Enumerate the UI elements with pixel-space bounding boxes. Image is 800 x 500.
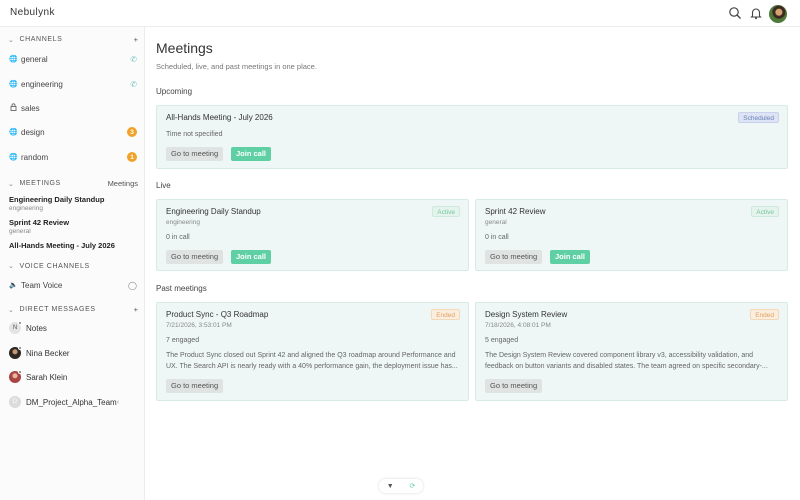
- lock-icon: [9, 103, 18, 113]
- filter-icon[interactable]: ▼: [387, 483, 394, 490]
- voice-channels-header[interactable]: ⌄ VOICE CHANNELS: [8, 262, 138, 271]
- go-to-meeting-button[interactable]: Go to meeting: [166, 379, 224, 393]
- sidebar-item-team-voice[interactable]: 🔈 Team Voice ◯: [9, 277, 137, 293]
- speaker-icon: 🔈: [9, 282, 18, 289]
- sidebar-item-design[interactable]: 🌐 design 3: [9, 124, 137, 140]
- join-call-button[interactable]: Join call: [550, 250, 591, 264]
- dm-item-notes[interactable]: N Notes: [9, 320, 137, 336]
- meeting-card: Product Sync - Q3 Roadmap 7/21/2026, 3:5…: [156, 302, 469, 401]
- go-to-meeting-button[interactable]: Go to meeting: [166, 250, 224, 264]
- globe-icon: 🌐: [9, 154, 18, 161]
- sidebar-meeting-item[interactable]: All-Hands Meeting - July 2026: [9, 241, 137, 250]
- status-badge: Active: [432, 206, 460, 217]
- sidebar-item-random[interactable]: 🌐 random 1: [9, 149, 137, 165]
- chevron-down-icon: ⌄: [8, 36, 15, 44]
- chat-bubble-icon[interactable]: ◯: [128, 281, 137, 290]
- live-heading: Live: [156, 181, 171, 190]
- user-avatar[interactable]: [769, 5, 787, 23]
- meeting-card: All-Hands Meeting - July 2026 Time not s…: [156, 105, 788, 169]
- globe-icon: 🌐: [9, 56, 18, 63]
- add-dm-button[interactable]: +: [134, 305, 138, 314]
- go-to-meeting-button[interactable]: Go to meeting: [485, 379, 543, 393]
- join-call-button[interactable]: Join call: [231, 250, 272, 264]
- globe-icon: 🌐: [9, 129, 18, 136]
- sidebar-meeting-item[interactable]: Sprint 42 Review general: [9, 218, 137, 235]
- bell-icon[interactable]: [749, 6, 763, 20]
- avatar: [9, 346, 22, 359]
- meeting-card: Sprint 42 Review general 0 in call Activ…: [475, 199, 788, 271]
- unread-badge: 3: [127, 127, 137, 137]
- status-badge: Active: [751, 206, 779, 217]
- join-call-button[interactable]: Join call: [231, 147, 272, 161]
- sidebar-meeting-item[interactable]: Engineering Daily Standup engineering: [9, 195, 137, 212]
- page-subtitle: Scheduled, live, and past meetings in on…: [156, 62, 317, 71]
- status-badge: Scheduled: [738, 112, 779, 123]
- meetings-header[interactable]: ⌄ MEETINGS Meetings: [8, 179, 138, 188]
- app-title: Nebulynk: [10, 7, 55, 18]
- avatar: N: [9, 321, 22, 334]
- meeting-card: Engineering Daily Standup engineering 0 …: [156, 199, 469, 271]
- meeting-card: Design System Review 7/18/2026, 4:08:01 …: [475, 302, 788, 401]
- page-title: Meetings: [156, 40, 213, 56]
- channels-header[interactable]: ⌄ CHANNELS +: [8, 35, 138, 44]
- sync-icon[interactable]: ⟳: [409, 482, 415, 490]
- sidebar-item-engineering[interactable]: 🌐 engineering ✆: [9, 76, 137, 92]
- sidebar: ⌄ CHANNELS + 🌐 general ✆ 🌐 engineering ✆…: [0, 27, 145, 500]
- dm-item-sarah-klein[interactable]: Sarah Klein: [9, 369, 137, 385]
- avatar: [9, 370, 22, 383]
- top-bar: Nebulynk: [0, 0, 800, 27]
- dm-item-project-alpha[interactable]: D DM_Project_Alpha_Team ‹: [9, 394, 137, 410]
- avatar: D: [9, 396, 21, 408]
- search-icon[interactable]: [728, 6, 742, 20]
- status-badge: Ended: [750, 309, 779, 320]
- direct-messages-header[interactable]: ⌄ DIRECT MESSAGES +: [8, 305, 138, 314]
- floating-toolbar: ▼ ⟳: [379, 479, 423, 493]
- add-channel-button[interactable]: +: [134, 35, 138, 44]
- chevron-down-icon: ⌄: [8, 180, 15, 188]
- chevron-left-icon[interactable]: ‹: [117, 399, 119, 406]
- sidebar-item-general[interactable]: 🌐 general ✆: [9, 51, 137, 67]
- chevron-down-icon: ⌄: [8, 263, 15, 270]
- phone-icon[interactable]: ✆: [130, 55, 137, 64]
- sidebar-item-sales[interactable]: sales: [9, 100, 137, 116]
- meetings-link[interactable]: Meetings: [108, 179, 138, 188]
- main-content: Meetings Scheduled, live, and past meeti…: [146, 27, 800, 500]
- go-to-meeting-button[interactable]: Go to meeting: [485, 250, 543, 264]
- globe-icon: 🌐: [9, 81, 18, 88]
- unread-badge: 1: [127, 152, 137, 162]
- status-badge: Ended: [431, 309, 460, 320]
- go-to-meeting-button[interactable]: Go to meeting: [166, 147, 224, 161]
- upcoming-heading: Upcoming: [156, 87, 193, 96]
- past-meetings-heading: Past meetings: [156, 284, 207, 293]
- chevron-down-icon: ⌄: [8, 306, 15, 314]
- meeting-summary: The Design System Review covered compone…: [485, 352, 768, 370]
- phone-icon[interactable]: ✆: [130, 80, 137, 89]
- meeting-summary: The Product Sync closed out Sprint 42 an…: [166, 352, 458, 370]
- dm-item-nina-becker[interactable]: Nina Becker: [9, 345, 137, 361]
